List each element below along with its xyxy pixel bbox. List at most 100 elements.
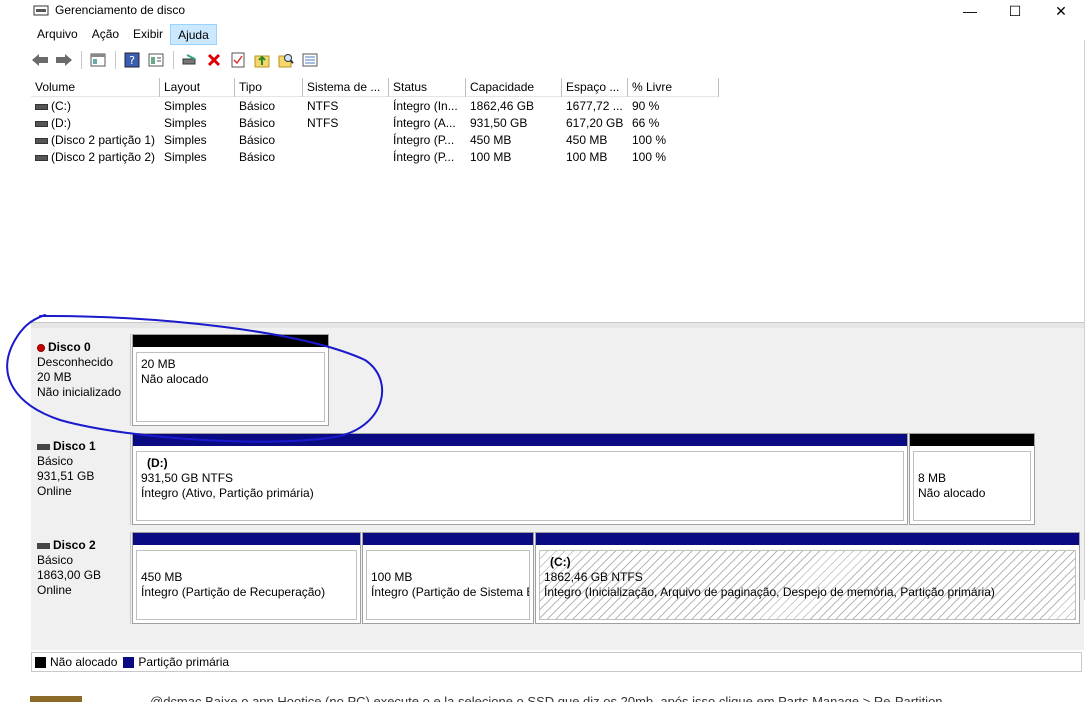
menu-bar: Arquivo Ação Exibir Ajuda [30, 24, 217, 45]
cell-livre: 66 % [632, 116, 660, 130]
disk-0-state: Não inicializado [37, 385, 122, 399]
cell-tipo: Básico [239, 133, 276, 147]
partition-size: 20 MB [141, 357, 176, 371]
col-header-volume[interactable]: Volume [31, 78, 160, 97]
connect-disk-icon[interactable] [180, 50, 200, 70]
list-header: Volume Layout Tipo Sistema de ... Status… [31, 78, 719, 97]
toolbar-separator [115, 51, 116, 69]
table-row[interactable]: (C:) Simples Básico NTFS Íntegro (In... … [31, 98, 719, 115]
disk-1-partition-d[interactable]: (D:) 931,50 GB NTFS Íntegro (Ativo, Part… [132, 433, 908, 525]
cell-capacidade: 450 MB [470, 133, 512, 147]
properties-icon[interactable] [146, 50, 166, 70]
cell-livre: 100 % [632, 133, 667, 147]
forward-icon[interactable] [54, 50, 74, 70]
partition-size: 100 MB [371, 570, 413, 584]
disk-1-label[interactable]: Disco 1 Básico 931,51 GB Online [31, 433, 131, 525]
svg-text:?: ? [129, 54, 135, 67]
col-header-sistema[interactable]: Sistema de ... [303, 78, 389, 97]
cell-capacidade: 931,50 GB [470, 116, 528, 130]
import-icon[interactable] [252, 50, 272, 70]
menu-ajuda[interactable]: Ajuda [170, 24, 217, 45]
maximize-button[interactable]: ☐ [992, 0, 1038, 22]
check-icon[interactable] [228, 50, 248, 70]
legend-unallocated-label: Não alocado [50, 655, 118, 669]
disk-1-type: Básico [37, 454, 74, 468]
col-header-espaco[interactable]: Espaço ... [562, 78, 628, 97]
partition-info: 8 MB Não alocado [913, 451, 1031, 521]
disk-2-label[interactable]: Disco 2 Básico 1863,00 GB Online [31, 532, 131, 624]
window-title: Gerenciamento de disco [55, 3, 186, 17]
disk-1-name: Disco 1 [53, 439, 96, 453]
col-header-capacidade[interactable]: Capacidade [466, 78, 562, 97]
partition-info: (D:) 931,50 GB NTFS Íntegro (Ativo, Part… [136, 451, 904, 521]
menu-acao[interactable]: Ação [85, 24, 126, 45]
disk-1-unallocated-partition[interactable]: 8 MB Não alocado [909, 433, 1035, 525]
cell-espaco: 450 MB [566, 133, 608, 147]
view-icon[interactable] [300, 50, 320, 70]
partition-status: Íntegro (Partição de Recuperação) [141, 585, 326, 599]
disk-2-size: 1863,00 GB [37, 568, 102, 582]
disk-icon [37, 443, 50, 450]
partition-size: 450 MB [141, 570, 183, 584]
col-header-layout[interactable]: Layout [160, 78, 235, 97]
table-row[interactable]: (Disco 2 partição 1) Simples Básico Ínte… [31, 132, 719, 149]
cell-livre: 90 % [632, 99, 660, 113]
close-button[interactable]: ✕ [1038, 0, 1084, 22]
volume-name: (Disco 2 partição 1) [51, 133, 156, 147]
menu-exibir[interactable]: Exibir [126, 24, 170, 45]
disk-2-efi-partition[interactable]: 100 MB Íntegro (Partição de Sistema E [362, 532, 534, 624]
volume-icon [35, 154, 48, 161]
table-row[interactable]: (Disco 2 partição 2) Simples Básico Ínte… [31, 149, 719, 166]
delete-icon[interactable] [204, 50, 224, 70]
help-icon[interactable]: ? [122, 50, 142, 70]
partition-name: (D:) [147, 456, 168, 470]
cell-tipo: Básico [239, 116, 276, 130]
title-bar: Gerenciamento de disco — ☐ ✕ [0, 0, 1087, 22]
disk-2-type: Básico [37, 553, 74, 567]
volume-name: (D:) [51, 116, 71, 130]
cell-sistema: NTFS [307, 116, 339, 130]
cell-status: Íntegro (P... [393, 133, 455, 147]
background-page-strip: @dcmac Baixe o app Hootice (no PC) execu… [0, 674, 1087, 702]
disk-2-name: Disco 2 [53, 538, 96, 552]
toolbar-separator [81, 51, 82, 69]
disk-0-label[interactable]: Disco 0 Desconhecido 20 MB Não inicializ… [31, 334, 131, 426]
col-header-status[interactable]: Status [389, 78, 466, 97]
console-tree-icon[interactable] [88, 50, 108, 70]
cell-layout: Simples [164, 133, 207, 147]
cell-espaco: 617,20 GB [566, 116, 624, 130]
disk-2-recovery-partition[interactable]: 450 MB Íntegro (Partição de Recuperação) [132, 532, 361, 624]
volume-icon [35, 103, 48, 110]
volume-name: (C:) [51, 99, 71, 113]
partition-name: (C:) [550, 555, 571, 569]
disk-0-unallocated-partition[interactable]: 20 MB Não alocado [132, 334, 329, 426]
background-comment-text: @dcmac Baixe o app Hootice (no PC) execu… [150, 694, 943, 702]
cell-capacidade: 1862,46 GB [470, 99, 535, 113]
partition-info: 100 MB Íntegro (Partição de Sistema E [366, 550, 530, 620]
col-header-livre[interactable]: % Livre [628, 78, 719, 97]
partition-info: (C:) 1862,46 GB NTFS Íntegro (Inicializa… [539, 550, 1076, 620]
cell-sistema: NTFS [307, 99, 339, 113]
col-header-tipo[interactable]: Tipo [235, 78, 303, 97]
background-image-fragment [30, 696, 82, 702]
disk-2-partition-c[interactable]: (C:) 1862,46 GB NTFS Íntegro (Inicializa… [535, 532, 1080, 624]
table-row[interactable]: (D:) Simples Básico NTFS Íntegro (A... 9… [31, 115, 719, 132]
disk-2-state: Online [37, 583, 72, 597]
legend: Não alocado Partição primária [31, 652, 1082, 672]
disk-1-size: 931,51 GB [37, 469, 95, 483]
back-icon[interactable] [30, 50, 50, 70]
disk-graph-view: Disco 0 Desconhecido 20 MB Não inicializ… [31, 328, 1084, 650]
minimize-button[interactable]: — [947, 0, 993, 22]
menu-arquivo[interactable]: Arquivo [30, 24, 85, 45]
disk-1-state: Online [37, 484, 72, 498]
unallocated-bar [910, 434, 1034, 446]
legend-unallocated-swatch [35, 656, 46, 668]
partition-status: Íntegro (Inicialização, Arquivo de pagin… [544, 585, 995, 599]
cell-espaco: 100 MB [566, 150, 608, 164]
primary-partition-bar [536, 533, 1079, 545]
cell-livre: 100 % [632, 150, 667, 164]
cell-tipo: Básico [239, 150, 276, 164]
partition-status: Íntegro (Ativo, Partição primária) [141, 486, 314, 500]
toolbar-separator [173, 51, 174, 69]
find-icon[interactable] [276, 50, 296, 70]
